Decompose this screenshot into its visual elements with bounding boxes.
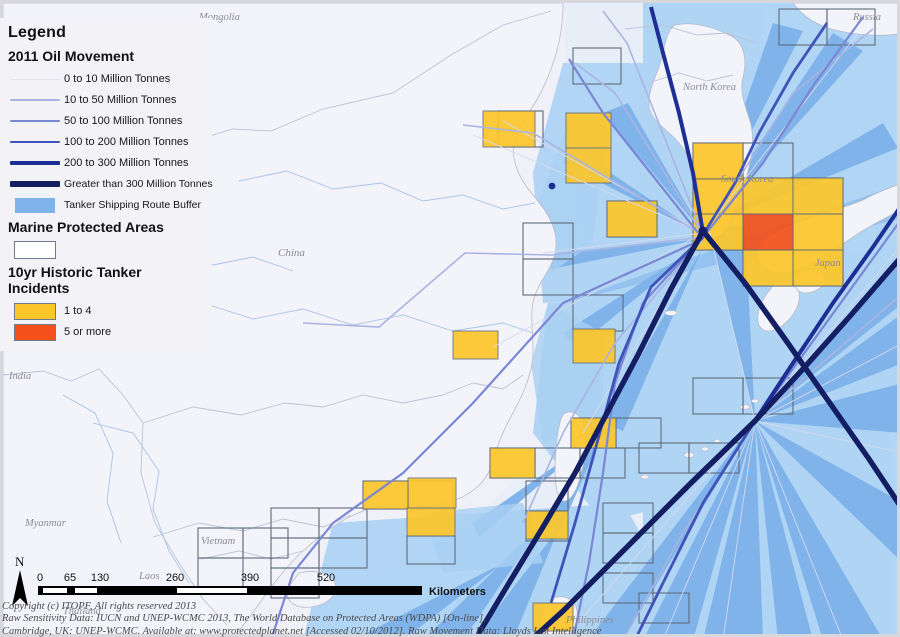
legend-item-route-buffer[interactable]: Tanker Shipping Route Buffer [6,195,206,215]
credits-line-1: Copyright (c) ITOPF, All rights reserved… [2,601,197,612]
line-symbol-0-10 [6,78,64,80]
scale-tick: 520 [316,572,336,584]
swatch-route-buffer [6,197,64,213]
legend-label: 0 to 10 Million Tonnes [64,73,171,85]
legend-item-incidents-5-or-more[interactable]: 5 or more [6,322,206,342]
scale-bar-ticks: 0 65 130 260 390 520 [36,572,428,586]
credits-line-3: Cambridge, UK: UNEP-WCMC. Available at: … [2,625,602,637]
legend-item-incidents-1-4[interactable]: 1 to 4 [6,301,206,321]
legend-label: 10 to 50 Million Tonnes [64,94,177,106]
swatch-incidents-1-4 [6,302,64,320]
scale-bar: 0 65 130 260 390 520 Kilometers [36,572,486,598]
legend-title: Legend [8,24,67,41]
line-symbol-over-300 [6,181,64,187]
line-symbol-100-200 [6,140,64,144]
north-arrow-label: N [15,554,25,569]
scale-bar-units: Kilometers [429,586,486,598]
legend-item-10-50[interactable]: 10 to 50 Million Tonnes [6,90,206,110]
legend-item-100-200[interactable]: 100 to 200 Million Tonnes [6,132,206,152]
legend-item-0-10[interactable]: 0 to 10 Million Tonnes [6,69,206,89]
line-symbol-200-300 [6,161,64,165]
swatch-marine-protected-area [6,241,64,259]
legend-item-marine-protected-area[interactable] [6,240,206,260]
scale-tick: 0 [36,572,44,584]
map-application: Mongolia Russia North Korea South Korea … [0,0,900,637]
scale-tick: 390 [240,572,260,584]
legend-panel: Legend 2011 Oil Movement 0 to 10 Million… [0,18,213,351]
route-junction-korea [698,226,708,236]
scale-bar-graphic: Kilometers [38,586,486,598]
scale-tick: 130 [90,572,110,584]
legend-label: 5 or more [64,326,112,338]
legend-label: Greater than 300 Million Tonnes [64,178,213,190]
legend-label: 200 to 300 Million Tonnes [64,157,189,169]
legend-item-200-300[interactable]: 200 to 300 Million Tonnes [6,153,206,173]
credits-line-2: Raw Sensitivity Data: IUCN and UNEP-WCMC… [2,613,486,625]
route-junction-dot-yellow-sea [548,182,556,190]
line-symbol-50-100 [6,119,64,123]
scale-tick: 65 [63,572,77,584]
scale-tick: 260 [165,572,185,584]
legend-label: 100 to 200 Million Tonnes [64,136,189,148]
legend-section-heading-tanker-incidents: 10yr Historic Tanker Incidents [8,264,142,296]
legend-label: 50 to 100 Million Tonnes [64,115,183,127]
legend-section-heading-marine-protected-areas: Marine Protected Areas [8,219,164,235]
swatch-incidents-5-or-more [6,323,64,341]
legend-label: Tanker Shipping Route Buffer [64,199,201,211]
line-symbol-10-50 [6,99,64,101]
legend-item-over-300[interactable]: Greater than 300 Million Tonnes [6,174,213,194]
legend-section-heading-oil-movement: 2011 Oil Movement [8,48,135,64]
legend-label: 1 to 4 [64,305,92,317]
credits-block: Copyright (c) ITOPF, All rights reserved… [2,601,898,637]
legend-item-50-100[interactable]: 50 to 100 Million Tonnes [6,111,206,131]
